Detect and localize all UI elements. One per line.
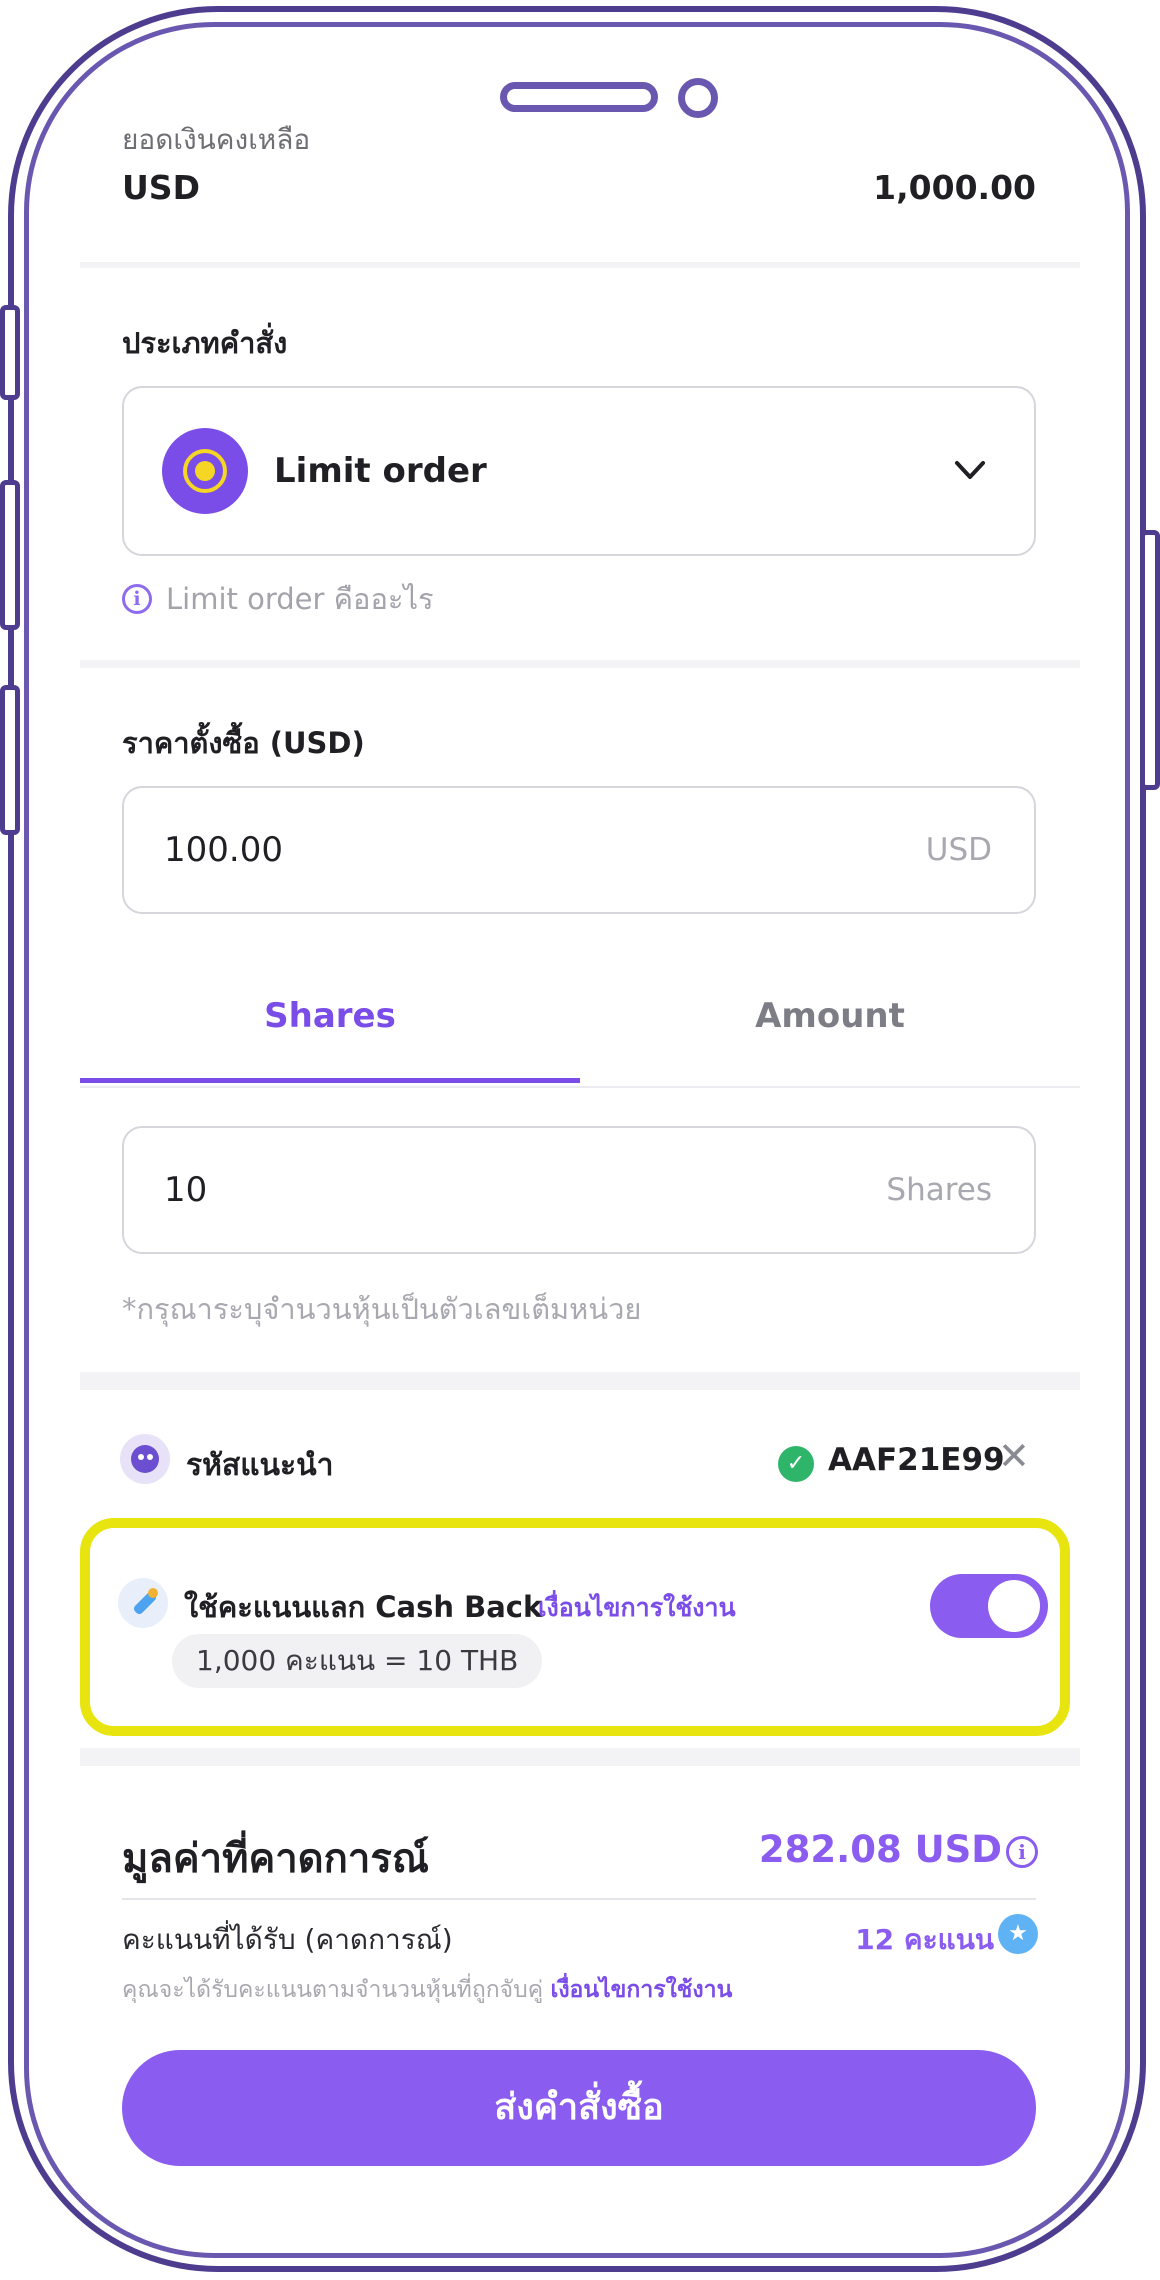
referral-code: AAF21E99 [828,1442,1005,1478]
points-terms-link[interactable]: เงื่อนไขการใช้งาน [550,1977,732,2003]
limit-price-input[interactable]: 100.00 USD [122,786,1036,914]
order-type-info-link[interactable]: i Limit order คืออะไร [122,576,434,622]
toggle-knob [988,1580,1040,1632]
cashback-toggle[interactable] [930,1574,1048,1638]
referral-avatar-icon [120,1434,170,1484]
target-radio-icon [162,428,248,514]
star-badge-icon: ★ [998,1914,1038,1954]
cashback-icon [118,1578,168,1628]
chevron-down-icon [955,461,985,479]
check-circle-icon: ✓ [778,1446,814,1482]
points-value: 12 คะแนน [855,1923,994,1956]
quantity-value: 10 [164,1170,208,1210]
limit-price-title: ราคาตั้งซื้อ (USD) [122,726,365,760]
estimate-divider [122,1898,1036,1900]
phone-side-button [1140,530,1160,790]
phone-side-button [0,480,20,630]
balance-label: ยอดเงินคงเหลือ [122,123,311,154]
section-divider [80,660,1080,668]
estimate-value: 282.08 USD [758,1828,1002,1871]
cashback-rate-pill: 1,000 คะแนน = 10 THB [172,1634,543,1688]
active-tab-indicator [80,1078,580,1083]
cashback-label: ใช้คะแนนแลก Cash Back [184,1590,543,1624]
submit-order-button[interactable]: ส่งคำสั่งซื้อ [122,2050,1036,2166]
section-divider [80,262,1080,268]
phone-side-button [0,685,20,835]
section-divider [80,1372,1080,1390]
limit-price-value: 100.00 [164,830,283,870]
order-type-dropdown[interactable]: Limit order [122,386,1036,556]
referral-label: รหัสแนะนำ [186,1448,334,1483]
quantity-tabs: Shares Amount [80,966,1080,1088]
phone-side-button [0,305,20,400]
points-note: คุณจะได้รับคะแนนตามจำนวนหุ้นที่ถูกจับคู่… [122,1972,732,2008]
quantity-hint: *กรุณาระบุจำนวนหุ้นเป็นตัวเลขเต็มหน่วย [122,1292,642,1326]
order-screen: ยอดเงินคงเหลือ USD 1,000.00 ประเภทคำสั่ง… [80,0,1080,2280]
close-icon[interactable]: ✕ [998,1434,1030,1478]
info-link-text: Limit order คืออะไร [166,582,434,616]
info-icon: i [122,584,152,614]
cashback-terms-link[interactable]: เงื่อนไขการใช้งาน [538,1588,736,1628]
cashback-highlight: ใช้คะแนนแลก Cash Back เงื่อนไขการใช้งาน … [80,1518,1070,1736]
order-type-selected: Limit order [274,451,487,491]
points-note-text: คุณจะได้รับคะแนนตามจำนวนหุ้นที่ถูกจับคู่ [122,1977,544,2003]
quantity-unit: Shares [886,1172,992,1208]
section-divider [80,1748,1080,1766]
order-type-title: ประเภทคำสั่ง [122,326,288,360]
estimate-title: มูลค่าที่คาดการณ์ [122,1836,429,1882]
quantity-input[interactable]: 10 Shares [122,1126,1036,1254]
info-icon[interactable]: i [1006,1836,1038,1868]
points-label: คะแนนที่ได้รับ (คาดการณ์) [122,1923,453,1956]
balance-amount: 1,000.00 [873,168,1036,207]
balance-currency: USD [122,168,200,207]
limit-price-unit: USD [925,832,992,868]
tab-shares[interactable]: Shares [80,996,580,1036]
tab-amount[interactable]: Amount [580,996,1080,1036]
